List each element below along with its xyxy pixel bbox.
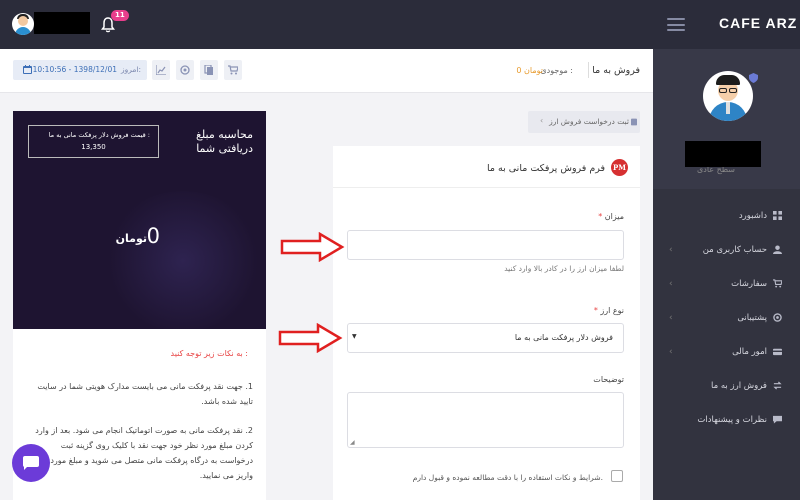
- sidebar-item-label: فروش ارز به ما: [711, 381, 767, 391]
- required-mark: *: [598, 212, 603, 221]
- note-item: 2. نقد پرفکت مانی به صورت اتوماتیک انجام…: [25, 426, 253, 480]
- chevron-left-icon: ‹: [669, 245, 673, 255]
- user-avatar[interactable]: [12, 13, 34, 35]
- currency-selected: فروش دلار پرفکت مانی به ما: [514, 333, 613, 342]
- cart-icon: [773, 279, 782, 288]
- user-icon: [773, 245, 782, 254]
- sidebar-item-support[interactable]: ‹ پشتیبانی: [653, 301, 800, 335]
- amount-label: * میزان: [598, 212, 624, 221]
- date-value: 10:10:56 - 1398/12/01: [32, 65, 117, 74]
- annotation-arrow-right: [280, 232, 345, 262]
- sidebar-item-label: داشبورد: [738, 211, 767, 221]
- resize-handle-icon[interactable]: ◢: [350, 439, 355, 446]
- sidebar-item-sell-currency[interactable]: فروش ارز به ما: [653, 369, 800, 403]
- sidebar-item-finance[interactable]: ‹ امور مالی: [653, 335, 800, 369]
- amount-help: لطفا میزان ارز را در کادر بالا وارد کنید: [504, 264, 624, 273]
- redacted-profile-name: [685, 141, 761, 167]
- finance-icon: [773, 348, 782, 356]
- description-textarea[interactable]: ◢: [347, 392, 624, 448]
- menu-toggle-icon[interactable]: [667, 18, 685, 31]
- exchange-icon: [773, 381, 782, 390]
- ticket-button[interactable]: [176, 60, 194, 80]
- page-title: فروش به ما: [592, 65, 640, 76]
- terms-label: شرایط و نکات استفاده را با دقت مطالعه نم…: [412, 473, 603, 482]
- site-logo[interactable]: CAFE ARZ: [719, 15, 797, 31]
- sell-form-card: PM فرم فروش پرفکت مانی به ما * میزان لطف…: [333, 146, 640, 500]
- sidebar-item-label: امور مالی: [732, 347, 767, 357]
- currency-select[interactable]: فروش دلار پرفکت مانی به ما ▼: [347, 323, 624, 353]
- support-icon: [773, 313, 782, 322]
- form-header: PM فرم فروش پرفکت مانی به ما: [333, 146, 640, 188]
- amount-input[interactable]: [347, 230, 624, 260]
- cart-icon: [228, 65, 239, 75]
- rate-value: 13,350: [81, 143, 106, 151]
- sidebar-item-dashboard[interactable]: داشبورد: [653, 199, 800, 233]
- terms-checkbox[interactable]: [611, 470, 623, 482]
- chevron-left-icon: ‹: [669, 313, 673, 323]
- chevron-left-icon: ‹: [669, 279, 673, 289]
- required-mark: *: [593, 306, 598, 315]
- notification-badge: 11: [111, 10, 129, 21]
- comment-icon: [773, 415, 782, 424]
- breadcrumb[interactable]: ‹ ثبت درخواست فروش ارز: [528, 111, 640, 133]
- currency-label-text: نوع ارز: [600, 306, 624, 315]
- note-item: 1. جهت نقد پرفکت مانی می بایست مدارک هوی…: [37, 382, 253, 406]
- perfect-money-logo: PM: [611, 159, 628, 176]
- chat-button[interactable]: [12, 444, 50, 482]
- profile-avatar[interactable]: [703, 71, 753, 121]
- date-display: امروز: 10:10:56 - 1398/12/01: [13, 60, 147, 80]
- notes-panel: به نکات زیر توجه کنید : 1. جهت نقد پرفکت…: [13, 329, 266, 500]
- notes-title: به نکات زیر توجه کنید :: [170, 349, 248, 358]
- description-label: توضیحات: [593, 375, 624, 384]
- breadcrumb-label: ثبت درخواست فروش ارز: [549, 117, 629, 126]
- sidebar-item-label: پشتیبانی: [737, 313, 767, 323]
- page-header: فروش به ما موجودی : 0 تومان امروز: 10:10…: [0, 49, 653, 93]
- wallet-icon: [204, 64, 213, 75]
- calendar-icon: [23, 65, 32, 74]
- logo-prefix: CAFE: [719, 15, 762, 31]
- document-icon: [631, 118, 637, 126]
- sidebar-profile: سطح عادی: [653, 49, 800, 189]
- sidebar-menu: داشبورد ‹ حساب کاربری من ‹ سفارشات ‹ پشت…: [653, 199, 800, 437]
- sidebar-item-label: حساب کاربری من: [702, 245, 767, 255]
- amount-label-text: میزان: [604, 212, 624, 221]
- header-divider: [588, 62, 589, 78]
- shield-icon: [749, 73, 758, 83]
- rate-label: قیمت فروش دلار پرفکت مانی به ما :: [48, 131, 150, 139]
- annotation-arrow-right: [278, 323, 343, 353]
- sidebar: سطح عادی داشبورد ‹ حساب کاربری من ‹ سفار…: [653, 49, 800, 500]
- wallet-button[interactable]: [200, 60, 218, 80]
- chevron-left-icon: ‹: [669, 347, 673, 357]
- dropdown-arrow-icon: ▼: [352, 333, 357, 340]
- cart-button[interactable]: [224, 60, 242, 80]
- balance-label: موجودی :: [540, 66, 573, 75]
- sidebar-item-orders[interactable]: ‹ سفارشات: [653, 267, 800, 301]
- ticket-icon: [180, 65, 190, 75]
- logo-suffix: ARZ: [765, 15, 798, 31]
- currency-label: * نوع ارز: [594, 306, 624, 315]
- sidebar-item-feedback[interactable]: نظرات و پیشنهادات: [653, 403, 800, 437]
- calculated-amount: 0: [146, 224, 160, 248]
- sidebar-item-label: سفارشات: [731, 279, 767, 289]
- chart-button[interactable]: [152, 60, 170, 80]
- chevron-left-icon: ‹: [540, 116, 544, 125]
- calculator-title: محاسبه مبلغ دریافتی شما: [196, 128, 253, 155]
- sidebar-item-label: نظرات و پیشنهادات: [697, 415, 767, 425]
- form-title: فرم فروش پرفکت مانی به ما: [487, 163, 605, 174]
- rate-box: قیمت فروش دلار پرفکت مانی به ما : 13,350: [28, 125, 159, 158]
- calc-background-decoration: [103, 191, 263, 329]
- dashboard-icon: [773, 211, 782, 220]
- date-label: امروز:: [120, 65, 141, 74]
- calculator-card: محاسبه مبلغ دریافتی شما قیمت فروش دلار پ…: [13, 111, 266, 329]
- chart-icon: [155, 65, 166, 76]
- redacted-username: [34, 12, 90, 34]
- sidebar-item-account[interactable]: ‹ حساب کاربری من: [653, 233, 800, 267]
- chat-icon-tail: [24, 466, 28, 470]
- calculated-unit: تومان: [115, 232, 147, 245]
- top-bar: 11 CAFE ARZ: [0, 0, 800, 49]
- balance-value: 0 تومان: [516, 66, 543, 75]
